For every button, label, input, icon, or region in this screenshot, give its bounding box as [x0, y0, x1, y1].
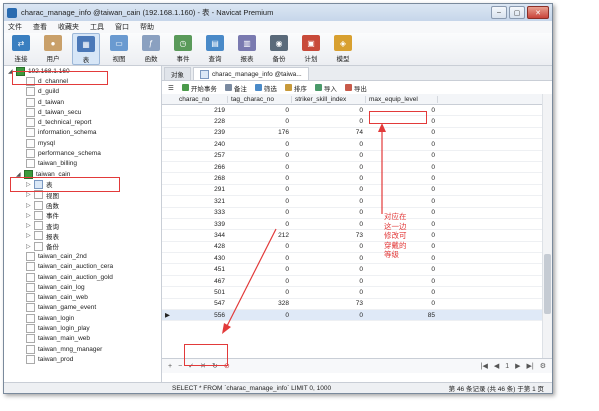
annotation-arrows: [222, 123, 386, 334]
app-window: charac_manage_info @taiwan_cain (192.168…: [3, 3, 553, 394]
annotation-note: 对应在这一边修改可穿戴的等级: [384, 212, 407, 259]
